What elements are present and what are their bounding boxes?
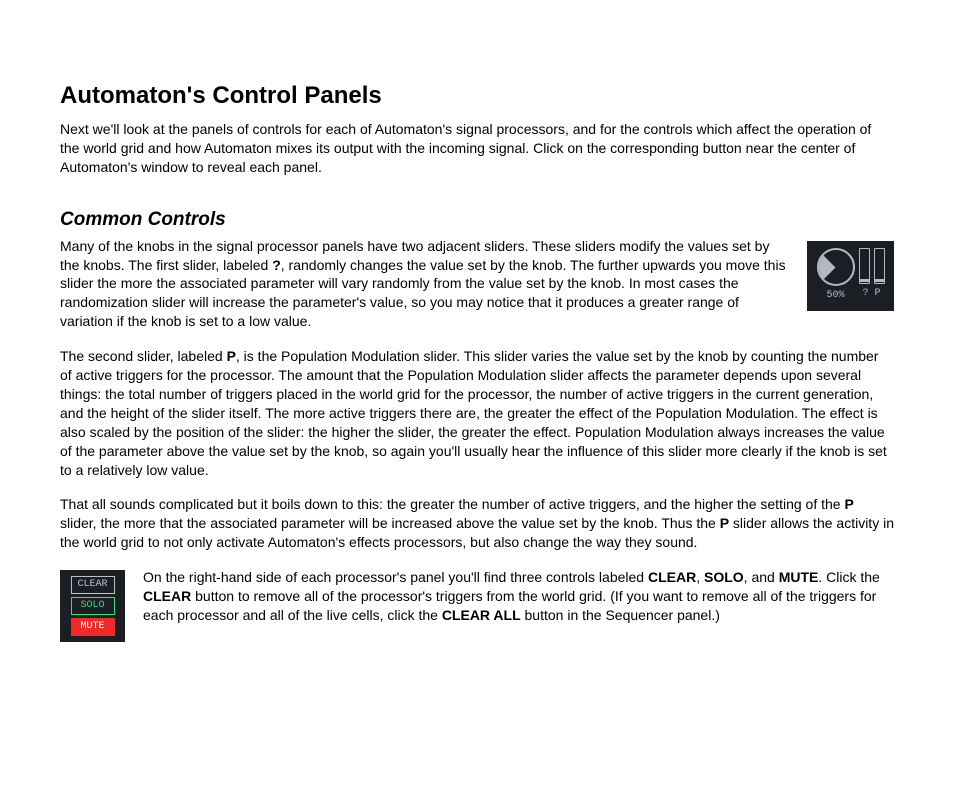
section-heading-common-controls: Common Controls: [60, 207, 894, 233]
clear-solo-mute-figure: CLEAR SOLO MUTE: [60, 570, 125, 642]
population-slider[interactable]: [874, 248, 885, 284]
randomize-slider[interactable]: [859, 248, 870, 284]
knob-dial[interactable]: [817, 248, 855, 286]
mute-button[interactable]: MUTE: [71, 618, 115, 636]
knob-slider-figure: 50% ? P: [807, 241, 894, 311]
intro-paragraph: Next we'll look at the panels of control…: [60, 120, 894, 177]
paragraph-clear-solo-mute: On the right-hand side of each processor…: [60, 568, 894, 625]
clear-button[interactable]: CLEAR: [71, 576, 115, 594]
paragraph-summary: That all sounds complicated but it boils…: [60, 495, 894, 552]
randomize-slider-label: ?: [862, 287, 868, 301]
page-title: Automaton's Control Panels: [60, 80, 894, 112]
paragraph-population-slider: The second slider, labeled P, is the Pop…: [60, 347, 894, 479]
paragraph-random-slider: Many of the knobs in the signal processo…: [60, 237, 894, 331]
population-slider-label: P: [875, 287, 881, 301]
knob-value-label: 50%: [826, 289, 844, 303]
solo-button[interactable]: SOLO: [71, 597, 115, 615]
